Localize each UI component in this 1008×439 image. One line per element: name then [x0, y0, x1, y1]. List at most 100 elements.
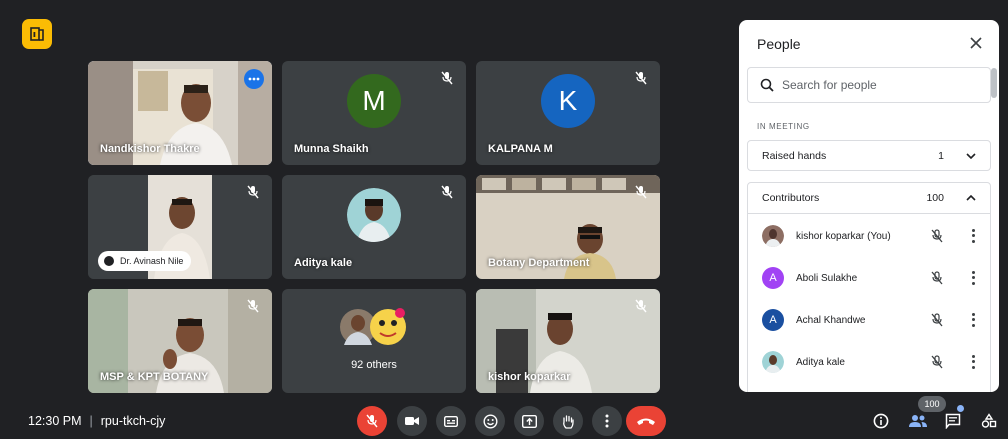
mic-off-icon: [247, 185, 259, 199]
scrollbar[interactable]: [991, 68, 997, 98]
list-item[interactable]: kishor koparkar (You): [762, 223, 982, 249]
activities-icon: [981, 413, 997, 428]
camera-icon: [405, 417, 419, 425]
others-avatars: [340, 308, 406, 345]
participant-tile-msp-kpt-botany[interactable]: MSP & KPT BOTANY: [88, 289, 272, 393]
more-vert-icon: [605, 414, 609, 428]
mic-off-icon: [931, 313, 943, 327]
mic-off-icon: [635, 185, 647, 199]
avatar: A: [762, 309, 784, 331]
present-button[interactable]: [514, 406, 544, 436]
more-vert-icon[interactable]: [968, 270, 978, 286]
camera-toggle-button[interactable]: [397, 406, 427, 436]
section-label: IN MEETING: [757, 122, 810, 131]
participant-tile-avinash[interactable]: Dr. Avinash Nile: [88, 175, 272, 279]
contributors-count: 100: [926, 192, 944, 204]
mic-off-icon: [441, 71, 453, 85]
participant-tile-kishor[interactable]: kishor koparkar: [476, 289, 660, 393]
more-vert-icon[interactable]: [968, 228, 978, 244]
participant-name-chip: Dr. Avinash Nile: [98, 251, 192, 271]
participant-tile-munna[interactable]: M Munna Shaikh: [282, 61, 466, 165]
end-call-icon: [637, 418, 655, 425]
mic-off-icon: [931, 271, 943, 285]
captions-icon: [444, 415, 458, 427]
participant-name: Nandkishor Thakre: [100, 143, 200, 155]
avatar: K: [541, 73, 595, 128]
more-vert-icon[interactable]: [968, 354, 978, 370]
search-icon: [760, 78, 774, 92]
participant-name: Munna Shaikh: [294, 143, 369, 155]
avatar: [347, 187, 401, 242]
mic-off-icon: [635, 71, 647, 85]
avatar: M: [347, 73, 401, 128]
meeting-info: 12:30 PM | rpu-tkch-cjy: [28, 414, 165, 428]
mic-off-icon: [441, 185, 453, 199]
contributors-group: Contributors 100 kishor koparkar (You) A…: [747, 182, 991, 392]
list-item[interactable]: Aditya kale: [762, 349, 982, 375]
captions-button[interactable]: [436, 406, 466, 436]
chevron-down-icon: [966, 152, 976, 159]
list-item[interactable]: A Achal Khandwe: [762, 307, 982, 333]
participant-name: MSP & KPT BOTANY: [100, 371, 209, 383]
search-input[interactable]: [782, 78, 972, 92]
present-icon: [521, 414, 537, 428]
participant-tile-kalpana[interactable]: K KALPANA M: [476, 61, 660, 165]
contributors-header[interactable]: Contributors 100: [748, 183, 990, 214]
participant-name: Botany Department: [488, 257, 590, 269]
mic-toggle-button[interactable]: [357, 406, 387, 436]
participant-name: Aditya kale: [294, 257, 353, 269]
participant-name: kishor koparkar: [488, 371, 571, 383]
end-call-button[interactable]: [626, 406, 666, 436]
participant-name: KALPANA M: [488, 143, 553, 155]
person-name: Aditya kale: [796, 356, 845, 368]
chat-icon: [945, 413, 961, 429]
mic-off-icon: [931, 355, 943, 369]
notification-dot: [957, 405, 964, 412]
avatar: A: [762, 267, 784, 289]
video-grid: Nandkishor Thakre M Munna Shaikh K KALPA…: [88, 61, 661, 393]
avatar: [762, 225, 784, 247]
raised-hands-label: Raised hands: [762, 149, 827, 162]
participant-tile-others[interactable]: 92 others: [282, 289, 466, 393]
meeting-code: rpu-tkch-cjy: [100, 414, 166, 428]
emoji-icon: [482, 413, 498, 429]
mic-off-icon: [366, 414, 378, 428]
close-icon[interactable]: [965, 32, 987, 54]
info-icon: [873, 413, 889, 429]
people-panel: People IN MEETING Raised hands 1 Contrib…: [739, 20, 999, 392]
person-name: kishor koparkar (You): [796, 230, 891, 242]
search-box[interactable]: [747, 67, 991, 103]
activities-button[interactable]: [978, 410, 1000, 432]
participant-name: Dr. Avinash Nile: [120, 256, 184, 266]
more-options-button[interactable]: [592, 406, 622, 436]
participant-tile-nandkishor[interactable]: Nandkishor Thakre: [88, 61, 272, 165]
panel-title: People: [757, 36, 801, 52]
contributors-label: Contributors: [762, 192, 820, 204]
hand-icon: [563, 414, 574, 429]
more-options-icon[interactable]: [244, 69, 264, 89]
meeting-time: 12:30 PM: [28, 414, 82, 428]
meet-logo-icon: [22, 19, 52, 49]
person-name: Achal Khandwe: [796, 314, 866, 326]
person-name: Aboli Sulakhe: [796, 272, 858, 284]
raised-hands-group[interactable]: Raised hands 1: [747, 140, 991, 171]
meeting-details-button[interactable]: [870, 410, 892, 432]
chat-button[interactable]: [942, 410, 964, 432]
separator: |: [89, 414, 93, 428]
others-count: 92 others: [351, 359, 397, 371]
mic-off-icon: [247, 299, 259, 313]
mic-off-icon: [931, 229, 943, 243]
avatar: [762, 351, 784, 373]
people-button[interactable]: [907, 410, 929, 432]
more-vert-icon[interactable]: [968, 312, 978, 328]
people-icon: [909, 415, 927, 427]
participant-tile-botany-department[interactable]: Botany Department: [476, 175, 660, 279]
emoji-button[interactable]: [475, 406, 505, 436]
raise-hand-button[interactable]: [553, 406, 583, 436]
mic-off-icon: [635, 299, 647, 313]
account-icon: [104, 256, 114, 266]
participant-tile-aditya[interactable]: Aditya kale: [282, 175, 466, 279]
list-item[interactable]: A Aboli Sulakhe: [762, 265, 982, 291]
chevron-up-icon: [966, 195, 976, 201]
raised-hands-count: 1: [938, 149, 944, 162]
